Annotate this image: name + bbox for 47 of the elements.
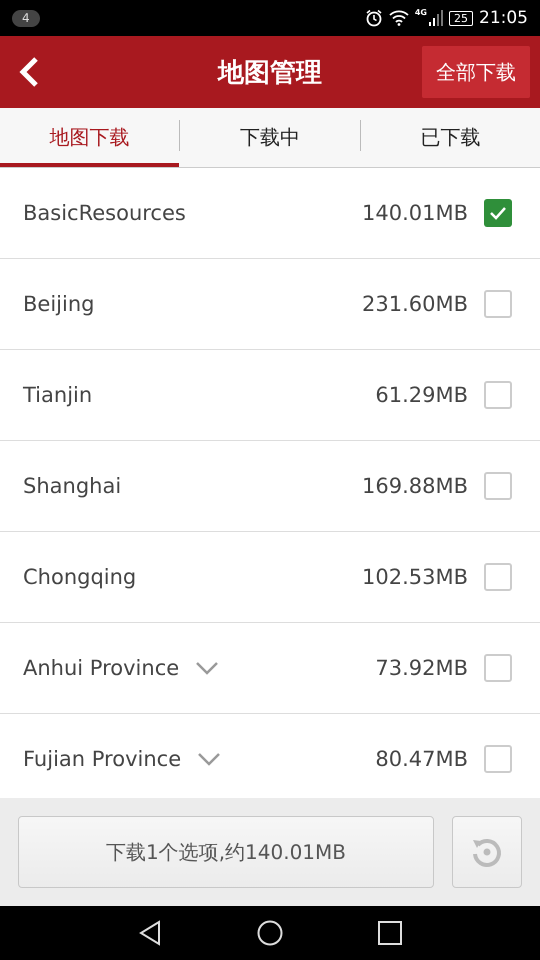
tab[interactable]: 地图下载 [0,108,180,167]
checkbox[interactable] [484,654,512,682]
map-size: 102.53MB [362,565,468,589]
checkbox[interactable] [484,745,512,773]
map-name: Beijing [23,292,94,316]
map-name: Shanghai [23,474,122,498]
map-size: 61.29MB [375,383,468,407]
map-name: Chongqing [23,565,136,589]
map-size: 231.60MB [362,292,468,316]
checkbox[interactable] [484,381,512,409]
download-selected-button[interactable]: 下载1个选项,约140.01MB [18,816,434,888]
tab[interactable]: 下载中 [180,108,360,167]
page-title: 地图管理 [218,56,322,90]
clock-time: 21:05 [479,8,528,28]
map-row[interactable]: Anhui Province 73.92MB [0,623,540,714]
chevron-down-icon[interactable] [195,661,220,675]
tab[interactable]: 已下载 [360,108,540,167]
back-nav-icon[interactable] [138,920,162,946]
map-name: BasicResources [23,201,186,225]
map-size: 140.01MB [362,201,468,225]
download-all-button[interactable]: 全部下载 [422,46,530,98]
map-size: 80.47MB [375,747,468,771]
checkbox[interactable] [484,199,512,227]
checkbox[interactable] [484,563,512,591]
signal-icon [429,10,443,26]
map-size: 73.92MB [375,656,468,680]
map-row[interactable]: Chongqing 102.53MB [0,532,540,623]
map-name: Fujian Province [23,747,182,771]
chevron-down-icon[interactable] [197,752,222,766]
network-type: 4G [414,8,427,17]
map-row[interactable]: Beijing 231.60MB [0,259,540,350]
map-size: 169.88MB [362,474,468,498]
checkbox[interactable] [484,290,512,318]
map-row[interactable]: Tianjin 61.29MB [0,350,540,441]
check-icon [489,206,507,220]
battery-level: 25 [449,10,473,26]
map-name: Tianjin [23,383,92,407]
recents-nav-icon[interactable] [378,921,402,945]
notification-badge: 4 [12,10,40,26]
map-name: Anhui Province [23,656,180,680]
checkbox[interactable] [484,472,512,500]
reset-button[interactable] [452,816,522,888]
home-nav-icon[interactable] [257,920,283,946]
wifi-icon [388,10,409,26]
alarm-icon [364,9,383,27]
map-row[interactable]: BasicResources 140.01MB [0,168,540,259]
map-row[interactable]: Shanghai 169.88MB [0,441,540,532]
